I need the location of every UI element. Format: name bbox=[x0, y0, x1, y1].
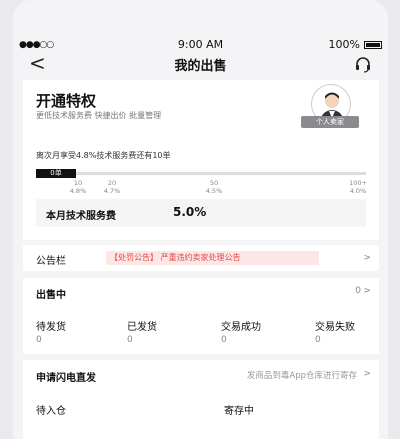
stat-label: 待发货 bbox=[36, 322, 66, 333]
customer-service-icon[interactable] bbox=[354, 56, 372, 74]
stat-value: 0 bbox=[315, 335, 321, 345]
selling-title[interactable]: 出售中 bbox=[36, 286, 66, 301]
flash-direct-hint: 发商品到毒App仓库进行寄存 bbox=[246, 371, 357, 381]
phone-screen: ●●●○○ 9:00 AM 100% < 我的出售 开通特权 更低技术服务费 快… bbox=[13, 0, 388, 439]
order-progress-marker: 0单 bbox=[36, 169, 76, 178]
notice-text[interactable]: 【处罚公告】 严重违约卖家处理公告 bbox=[106, 251, 319, 265]
stat-label: 交易成功 bbox=[221, 322, 261, 333]
notice-bar[interactable]: 公告栏 【处罚公告】 严重违约卖家处理公告 > bbox=[23, 245, 379, 271]
stat-value: 0 bbox=[127, 335, 133, 345]
stat-value: 0 bbox=[221, 335, 227, 345]
privilege-card[interactable]: 开通特权 更低技术服务费 快捷出价 批量管理 个人卖家 离次月享受4.8%技术服… bbox=[23, 80, 379, 240]
tier-ticks: 10 4.8% 20 4.7% 50 4.5% 100+ 4.0% bbox=[36, 179, 367, 201]
page-title: 我的出售 bbox=[174, 59, 227, 74]
stat-label: 已发货 bbox=[127, 322, 157, 333]
selling-section: 出售中 0 > 待发货 0 已发货 0 交易成功 0 交易失败 0 bbox=[23, 278, 379, 354]
flash-direct-section[interactable]: 申请闪电直发 发商品到毒App仓库进行寄存 > 待入仓 寄存中 bbox=[23, 360, 379, 439]
storage-label: 寄存中 bbox=[224, 406, 254, 417]
nav-bar: < 我的出售 bbox=[13, 52, 388, 78]
storage-in-custody[interactable]: 寄存中 bbox=[224, 402, 304, 417]
selling-count: 0 bbox=[355, 286, 361, 296]
storage-pending-inbound[interactable]: 待入仓 bbox=[36, 402, 116, 417]
monthly-fee-value: 5.0% bbox=[173, 205, 207, 219]
tier-tick: 50 4.5% bbox=[205, 179, 223, 195]
stat-label: 交易失败 bbox=[315, 322, 355, 333]
monthly-fee-label: 本月技术服务费 bbox=[46, 211, 116, 222]
seller-type-tag: 个人卖家 bbox=[301, 116, 359, 128]
storage-label: 待入仓 bbox=[36, 406, 66, 417]
stat-pending-shipment[interactable]: 待发货 0 bbox=[36, 318, 116, 345]
fee-progress-note: 离次月享受4.8%技术服务费还有10单 bbox=[36, 151, 171, 160]
battery-indicator: 100% bbox=[329, 38, 382, 51]
chevron-right-icon: > bbox=[363, 369, 371, 379]
notice-label: 公告栏 bbox=[36, 256, 66, 267]
tier-tick: 100+ 4.0% bbox=[349, 179, 367, 195]
seller-badge[interactable]: 个人卖家 bbox=[301, 84, 359, 132]
chevron-right-icon: > bbox=[363, 253, 371, 263]
stat-failed[interactable]: 交易失败 0 bbox=[315, 318, 388, 345]
tier-tick: 10 4.8% bbox=[69, 179, 87, 195]
order-progress-track: 0单 bbox=[36, 169, 366, 178]
chevron-right-icon[interactable]: > bbox=[363, 286, 371, 296]
battery-percent: 100% bbox=[328, 38, 360, 51]
flash-direct-title[interactable]: 申请闪电直发 bbox=[36, 369, 96, 384]
stat-shipped[interactable]: 已发货 0 bbox=[127, 318, 207, 345]
battery-icon bbox=[364, 40, 382, 49]
tier-tick: 20 4.7% bbox=[103, 179, 121, 195]
privilege-title: 开通特权 bbox=[36, 92, 97, 110]
stat-value: 0 bbox=[36, 335, 42, 345]
status-bar: ●●●○○ 9:00 AM 100% bbox=[13, 0, 388, 51]
monthly-fee-box: 本月技术服务费 5.0% bbox=[36, 199, 366, 227]
stat-completed[interactable]: 交易成功 0 bbox=[221, 318, 301, 345]
privilege-subtitle: 更低技术服务费 快捷出价 批量管理 bbox=[36, 111, 162, 120]
